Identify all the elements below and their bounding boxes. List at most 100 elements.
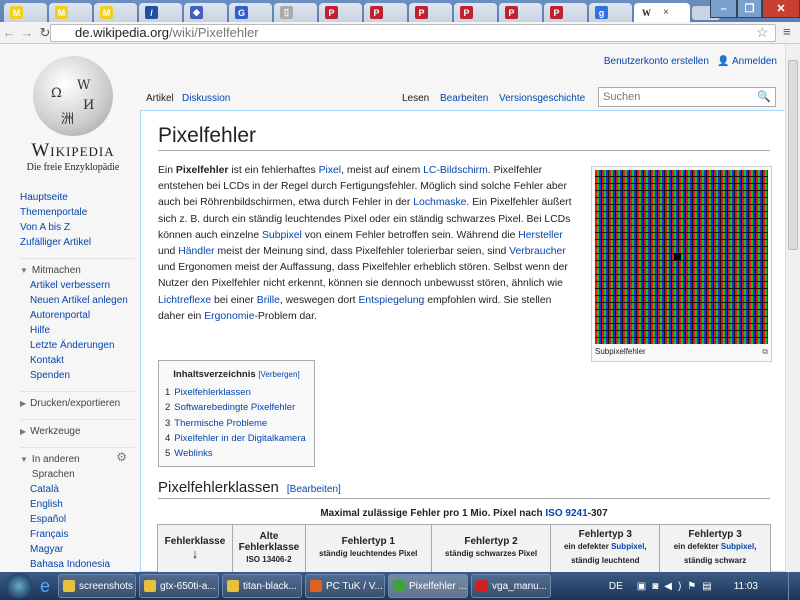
taskbar-item[interactable]: screenshots [58,574,137,598]
sidebar-link[interactable]: Themenportale [20,205,135,220]
toc-item[interactable]: 3 Thermische Probleme [165,416,308,431]
back-icon[interactable]: ← [0,25,18,40]
language-link[interactable]: Español [20,512,135,527]
taskbar-item[interactable]: vga_manu... [471,574,552,598]
link[interactable]: Händler [178,246,214,257]
article-content: Pixelfehler Ein Pixelfehler ist ein fehl… [140,110,785,572]
taskbar-item[interactable]: gtx-650ti-a... [139,574,220,598]
page-title: Pixelfehler [158,124,770,151]
browser-tab[interactable]: P [409,3,452,22]
scrollbar[interactable] [785,44,800,572]
browser-tab[interactable]: M [4,3,47,22]
subpixel-link[interactable]: Subpixel [611,542,644,551]
language-link[interactable]: English [20,497,135,512]
close-window-button[interactable]: ✕ [762,0,800,18]
menu-icon[interactable]: ≡ [783,24,791,39]
favicon-icon: G [235,6,248,19]
browser-tab[interactable]: P [499,3,542,22]
browser-tab[interactable]: P [454,3,497,22]
wikipedia-logo[interactable]: ΩWИ洲 Wikipedia Die freie Enzyklopädie [18,56,128,173]
start-button[interactable] [6,573,32,599]
bookmark-star-icon[interactable]: ☆ [756,24,769,41]
search-icon[interactable]: 🔍 [757,90,771,103]
taskbar-item[interactable]: titan-black... [222,574,303,598]
column-header: Fehlertyp 3 ein defekter Subpixel, ständig… [550,524,661,572]
sidebar-link[interactable]: Letzte Änderungen [20,338,135,353]
maximize-button[interactable]: ❐ [737,0,762,18]
language-link[interactable]: Català [20,482,135,497]
sidebar-link[interactable]: Autorenportal [20,308,135,323]
show-desktop-button[interactable] [788,572,800,600]
minimize-button[interactable]: – [710,0,737,18]
browser-tab[interactable]: P [319,3,362,22]
toc-item[interactable]: 5 Weblinks [165,446,308,461]
tab-discussion[interactable]: Diskussion [179,92,233,110]
taskbar-item[interactable]: PC TuK / V... [305,574,386,598]
browser-tab[interactable]: P [544,3,587,22]
sidebar-link[interactable]: Von A bis Z [20,220,135,235]
browser-tab[interactable]: ◆ [184,3,227,22]
sidebar-link[interactable]: Kontakt [20,353,135,368]
link[interactable]: Ergonomie [204,311,254,322]
sidebar-link[interactable]: Neuen Artikel anlegen [20,293,135,308]
tab-read[interactable]: Lesen [399,92,432,110]
portal-languages[interactable]: ▼ In anderen Sprachen ⚙ [20,447,135,482]
toc-hide-link[interactable]: [Verbergen] [258,370,299,379]
sidebar-link[interactable]: Zufälliger Artikel [20,235,135,250]
link[interactable]: Pixel [319,165,342,176]
language-indicator[interactable]: DE [609,581,623,592]
sidebar-link[interactable]: Spenden [20,368,135,383]
close-tab-icon[interactable]: × [663,7,669,18]
browser-tab[interactable]: g [589,3,632,22]
link[interactable]: Brille [257,295,280,306]
tab-edit[interactable]: Bearbeiten [437,92,491,110]
link[interactable]: Hersteller [518,230,562,241]
login-link[interactable]: Anmelden [732,56,777,67]
app-icon [227,580,240,592]
gear-icon[interactable]: ⚙ [116,450,127,465]
toc-item[interactable]: 1 Pixelfehlerklassen [165,385,308,400]
forward-icon[interactable]: → [18,25,36,40]
browser-tab[interactable]: ▯ [274,3,317,22]
section-edit-link[interactable]: [Bearbeiten] [287,484,341,495]
section-heading: Pixelfehlerklassen [Bearbeiten] [158,479,770,499]
browser-tab[interactable]: M [94,3,137,22]
link[interactable]: Verbraucher [509,246,566,257]
browser-tab-active[interactable]: W × [634,3,690,22]
portal-drucken[interactable]: ▶ Drucken/exportieren [20,391,135,411]
browser-tab[interactable]: G [229,3,272,22]
search-input[interactable]: Suchen 🔍 [598,87,776,107]
portal-mitmachen[interactable]: ▼ Mitmachen [20,258,135,278]
subpixel-image[interactable] [595,170,768,344]
browser-tab[interactable]: P [364,3,407,22]
sidebar-link[interactable]: Hilfe [20,323,135,338]
wikipedia-page: ΩWИ洲 Wikipedia Die freie Enzyklopädie Ha… [0,44,785,572]
toc-item[interactable]: 4 Pixelfehler in der Digitalkamera [165,431,308,446]
enlarge-icon[interactable]: ⧉ [762,347,768,357]
link[interactable]: Entspiegelung [358,295,424,306]
tab-article[interactable]: Artikel [143,92,177,110]
subpixel-link[interactable]: Subpixel [721,542,754,551]
personal-tools: Benutzerkonto erstellen 👤 Anmelden [604,56,777,67]
create-account-link[interactable]: Benutzerkonto erstellen [604,56,709,67]
toc-item[interactable]: 2 Softwarebedingte Pixelfehler [165,400,308,415]
link[interactable]: LC-Bildschirm [423,165,488,176]
portal-werkzeuge[interactable]: ▶ Werkzeuge [20,419,135,439]
sidebar-link[interactable]: Artikel verbessern [20,278,135,293]
language-link[interactable]: Magyar [20,542,135,557]
link[interactable]: Subpixel [262,230,302,241]
browser-tab[interactable]: / [139,3,182,22]
iso-link[interactable]: ISO 9241 [545,508,587,519]
clock[interactable]: 11:03 [734,581,758,592]
language-link[interactable]: Bahasa Indonesia [20,557,135,572]
tab-history[interactable]: Versionsgeschichte [496,92,588,110]
browser-tab[interactable]: M [49,3,92,22]
ie-icon[interactable]: e [40,576,50,597]
taskbar-item[interactable]: Pixelfehler ... [388,574,469,598]
link[interactable]: Lochmaske [413,197,466,208]
language-link[interactable]: Français [20,527,135,542]
sidebar-link[interactable]: Hauptseite [20,190,135,205]
tray-icons[interactable]: ▣◙◀)⚑▤ [637,581,718,592]
url-input[interactable]: de.wikipedia.org/wiki/Pixelfehler [50,24,776,42]
link[interactable]: Lichtreflexe [158,295,211,306]
